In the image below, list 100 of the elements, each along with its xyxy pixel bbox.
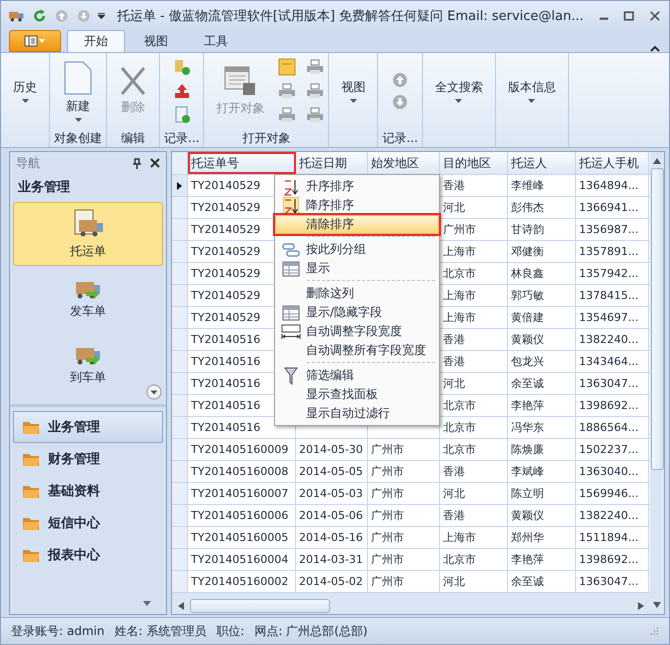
table-cell: 广州市 [443, 222, 476, 237]
table-cell: 1363047... [579, 377, 638, 390]
table-cell: TY201405160007 [191, 487, 288, 500]
table-cell: 黄倍建 [511, 310, 544, 325]
window-title: 托运单 - 傲蓝物流管理软件[试用版本] 免费解答任何疑问 Email: service@lan... [116, 8, 584, 24]
table-cell: 香港 [443, 178, 465, 193]
table-cell: 1356987... [579, 223, 638, 236]
table-cell: 河北 [443, 486, 465, 501]
table-cell: 2014-05-30 [299, 443, 363, 456]
table-cell: 余至诚 [511, 376, 544, 391]
table-cell: 北京市 [443, 552, 476, 567]
table-cell: 北京市 [443, 398, 476, 413]
table-cell: 香港 [443, 508, 465, 523]
table-cell: TY20140516 [191, 399, 260, 412]
table-cell: 郭巧敏 [511, 288, 544, 303]
table-cell: 河北 [443, 376, 465, 391]
table-cell: 上海市 [443, 310, 476, 325]
table-cell: 1886564... [579, 421, 638, 434]
table-cell: 1569946... [579, 487, 638, 500]
table-cell: 陈焕廉 [511, 442, 544, 457]
table-cell: TY201405160008 [191, 465, 288, 478]
table-cell: TY20140516 [191, 421, 260, 434]
table-cell: 广州市 [371, 552, 404, 567]
table-cell: 1398692... [579, 553, 638, 566]
table-cell: 上海市 [443, 288, 476, 303]
table-cell: 1354697... [579, 311, 638, 324]
table-cell: 1363047... [579, 575, 638, 588]
table-cell: 黄颖仪 [511, 332, 544, 347]
table-cell: 陈立明 [511, 486, 544, 501]
table-cell: 1382240... [579, 509, 638, 522]
group-label: 打开对象 [242, 130, 290, 146]
table-cell: 邓健衡 [511, 244, 544, 259]
table-cell: 2014-05-16 [299, 531, 363, 544]
table-cell: TY201405160009 [191, 443, 288, 456]
table-cell: 广州市 [371, 530, 404, 545]
group-label: 编辑 [121, 130, 145, 146]
status-text: 姓名: 系统管理员 [114, 622, 206, 640]
group-label: 记录... [382, 130, 418, 146]
table-cell: 1378415... [579, 289, 638, 302]
table-cell: 广州市 [371, 464, 404, 479]
table-cell: 1382240... [579, 333, 638, 346]
status-text: 职位: [216, 622, 244, 640]
table-cell: 2014-05-02 [299, 575, 363, 588]
table-cell: TY20140516 [191, 377, 260, 390]
table-cell: 包龙兴 [511, 354, 544, 369]
table-cell: TY20140516 [191, 333, 260, 346]
table-cell: TY20140516 [191, 355, 260, 368]
table-cell: 香港 [443, 464, 465, 479]
table-cell: 1502237... [579, 443, 638, 456]
table-cell: 广州市 [371, 508, 404, 523]
group-label: 记录... [164, 130, 200, 146]
table-cell: 2014-05-05 [299, 465, 363, 478]
status-text: 网点: 广州总部(总部) [254, 622, 368, 640]
table-cell: 北京市 [443, 442, 476, 457]
table-cell: 上海市 [443, 530, 476, 545]
table-cell: 李斌峰 [511, 464, 544, 479]
table-cell: 广州市 [371, 486, 404, 501]
table-cell: 李维峰 [511, 178, 544, 193]
table-cell: 黄颖仪 [511, 508, 544, 523]
table-cell: TY20140529 [191, 245, 260, 258]
table-cell: 彭伟杰 [511, 200, 544, 215]
table-cell: 北京市 [443, 266, 476, 281]
table-cell: 1343464... [579, 355, 638, 368]
table-cell: 1357942... [579, 267, 638, 280]
table-cell: 1511894... [579, 531, 638, 544]
status-text: 登录账号: admin [11, 622, 104, 640]
table-cell: 1398692... [579, 399, 638, 412]
table-cell: 2014-05-06 [299, 509, 363, 522]
table-cell: TY20140529 [191, 179, 260, 192]
table-cell: 甘诗韵 [511, 222, 544, 237]
table-cell: 广州市 [371, 574, 404, 589]
table-cell: 北京市 [443, 420, 476, 435]
table-cell: 河北 [443, 574, 465, 589]
table-cell: 冯华东 [511, 420, 544, 435]
table-cell: TY201405160005 [191, 531, 288, 544]
table-cell: 2014-03-31 [299, 553, 363, 566]
table-cell: TY201405160002 [191, 575, 288, 588]
table-cell: TY20140529 [191, 289, 260, 302]
table-cell: 李艳萍 [511, 398, 544, 413]
table-cell: 郑州华 [511, 530, 544, 545]
group-label: 对象创建 [54, 130, 102, 146]
table-cell: TY20140529 [191, 223, 260, 236]
table-cell: 余至诚 [511, 574, 544, 589]
table-cell: TY20140529 [191, 311, 260, 324]
table-cell: 1357891... [579, 245, 638, 258]
table-cell: 林良鑫 [511, 266, 544, 281]
section-title: 业务管理 [17, 179, 71, 197]
table-cell: 1364894... [579, 179, 638, 192]
table-cell: TY201405160004 [191, 553, 288, 566]
table-cell: TY20140529 [191, 201, 260, 214]
table-cell: 香港 [443, 354, 465, 369]
table-cell: 河北 [443, 200, 465, 215]
table-cell: TY20140529 [191, 267, 260, 280]
table-cell: 香港 [443, 332, 465, 347]
table-cell: TY201405160006 [191, 509, 288, 522]
panel-title: 导航 [16, 154, 40, 172]
table-cell: 1363040... [579, 465, 638, 478]
table-cell: 李艳萍 [511, 552, 544, 567]
table-cell: 2014-05-03 [299, 487, 363, 500]
table-cell: 上海市 [443, 244, 476, 259]
